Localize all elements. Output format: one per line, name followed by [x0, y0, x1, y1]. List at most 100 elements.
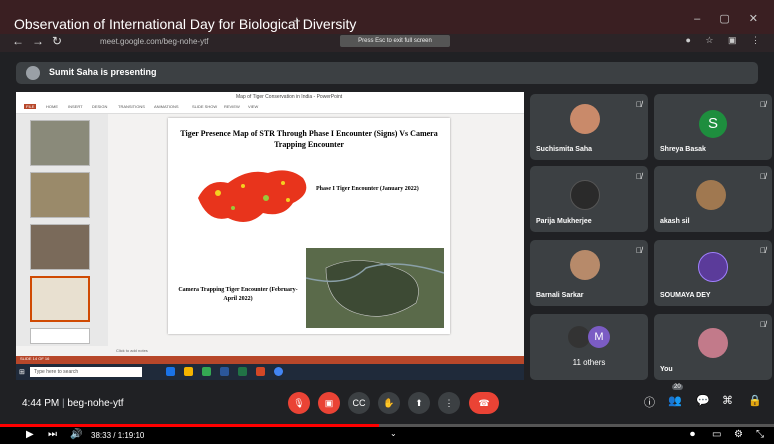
slide-counter: SLIDE 14 OF 16 — [20, 356, 50, 361]
phase1-label: Phase I Tiger Encounter (January 2022) — [316, 186, 419, 192]
powerpoint-ribbon: Map of Tiger Conservation in India - Pow… — [16, 92, 524, 114]
forward-icon[interactable]: → — [32, 34, 44, 48]
pp-tab-design[interactable]: DESIGN — [92, 104, 107, 109]
shared-screen: Map of Tiger Conservation in India - Pow… — [16, 92, 524, 380]
self-name: You — [660, 366, 673, 373]
windows-taskbar: ⊞ Type here to search — [16, 364, 524, 380]
participant-name: Suchismita Saha — [536, 146, 593, 153]
meeting-info: 4:44 PM | beg-nohe-ytf — [22, 398, 124, 409]
word-icon[interactable] — [220, 367, 229, 376]
participant-photo — [568, 326, 590, 348]
meeting-time: 4:44 PM — [22, 398, 60, 409]
people-count-badge: 20 — [672, 384, 683, 390]
mic-off-icon: 🎙̸ — [760, 246, 766, 255]
new-tab-icon[interactable]: + — [293, 13, 301, 28]
pp-tab-file[interactable]: FILE — [24, 104, 37, 109]
reload-icon[interactable]: ↻ — [52, 34, 62, 48]
fullscreen-hint: Press Esc to exit full screen — [340, 35, 450, 47]
slide-thumbnail[interactable] — [30, 172, 90, 218]
taskbar-search[interactable]: Type here to search — [30, 367, 142, 377]
participant-tile[interactable]: 🎙̸ SOUMAYA DEY — [654, 240, 772, 306]
pp-tab-view[interactable]: VIEW — [248, 104, 258, 109]
excel-icon[interactable] — [238, 367, 247, 376]
self-tile[interactable]: 🎙̸ You — [654, 314, 772, 380]
slide-thumbnails — [16, 114, 108, 346]
participant-name: akash sil — [660, 218, 690, 225]
browser-tab-bar: Observation of International Day for Bio… — [0, 0, 774, 34]
volume-icon[interactable]: 🔊 — [70, 429, 82, 440]
settings-icon[interactable]: ⚙ — [734, 429, 743, 440]
back-icon[interactable]: ← — [12, 34, 24, 48]
mic-off-icon: 🎙̸ — [760, 320, 766, 329]
notes-pane[interactable]: Click to add notes — [108, 346, 524, 356]
pp-tab-review[interactable]: REVIEW — [224, 104, 240, 109]
next-icon[interactable]: ⏭ — [48, 429, 57, 440]
mic-off-icon: 🎙̸ — [760, 100, 766, 109]
captions-icon[interactable]: ▭ — [712, 429, 721, 440]
presenting-bar: Sumit Saha is presenting — [16, 62, 758, 84]
leave-call-button[interactable]: ☎ — [469, 392, 499, 414]
camera-trap-label: Camera Trapping Tiger Encounter (Februar… — [178, 287, 298, 302]
folder-icon[interactable] — [184, 367, 193, 376]
mic-off-icon: 🎙̸ — [636, 172, 642, 181]
mic-off-icon: 🎙̸ — [636, 246, 642, 255]
others-count: 11 others — [572, 358, 606, 367]
participant-tile[interactable]: 🎙̸ Barnali Sarkar — [530, 240, 648, 306]
host-controls-icon[interactable]: 🔒 — [748, 394, 762, 407]
camera-trap-map — [305, 248, 445, 328]
captions-button[interactable]: CC — [348, 392, 370, 414]
participant-name: Barnali Sarkar — [536, 292, 584, 299]
slide-thumbnail[interactable] — [30, 224, 90, 270]
participant-tile[interactable]: 🎙̸ Parija Mukherjee — [530, 166, 648, 232]
pp-tab-home[interactable]: HOME — [46, 104, 58, 109]
activities-icon[interactable]: ⌘ — [722, 394, 733, 407]
screen-root: Observation of International Day for Bio… — [0, 0, 774, 444]
pp-tab-animations[interactable]: ANIMATIONS — [154, 104, 179, 109]
mic-off-icon: 🎙̸ — [636, 100, 642, 109]
mic-toggle-button[interactable]: 🎙 — [288, 392, 310, 414]
pp-tab-slideshow[interactable]: SLIDE SHOW — [192, 104, 217, 109]
info-icon[interactable]: ⓘ — [644, 394, 655, 410]
participant-photo — [570, 180, 600, 210]
participant-avatar: M — [588, 326, 610, 348]
camera-toggle-button[interactable]: ▣ — [318, 392, 340, 414]
chrome-icon[interactable] — [274, 367, 283, 376]
present-button[interactable]: ⬆ — [408, 392, 430, 414]
participant-photo — [696, 180, 726, 210]
app-icon[interactable] — [202, 367, 211, 376]
windows-start-icon[interactable]: ⊞ — [19, 368, 25, 376]
slide-title: Tiger Presence Map of STR Through Phase … — [180, 129, 438, 149]
participant-photo — [698, 252, 728, 282]
people-button[interactable]: 👥 20 — [668, 384, 683, 407]
pp-tab-transitions[interactable]: TRANSITIONS — [118, 104, 145, 109]
more-options-button[interactable]: ⋮ — [438, 392, 460, 414]
pp-tab-insert[interactable]: INSERT — [68, 104, 83, 109]
video-time: 38:33 / 1:19:10 — [91, 431, 145, 440]
mic-off-icon: 🎙̸ — [760, 172, 766, 181]
play-icon[interactable]: ▶ — [26, 429, 34, 440]
powerpoint-icon[interactable] — [256, 367, 265, 376]
slide-thumbnail[interactable] — [30, 328, 90, 344]
extension-icons[interactable]: ● ☆ ▣ ⋮ — [685, 35, 766, 46]
tiger-presence-map — [198, 170, 307, 222]
powerpoint-status-bar: SLIDE 14 OF 16 — [16, 356, 524, 364]
chevron-down-icon[interactable]: ⌄ — [390, 429, 397, 438]
fullscreen-exit-icon[interactable]: ⤡ — [756, 429, 764, 440]
video-title: Observation of International Day for Bio… — [14, 16, 357, 32]
self-photo — [698, 328, 728, 358]
app-icon[interactable] — [166, 367, 175, 376]
window-controls[interactable]: – ▢ ✕ — [694, 12, 766, 25]
raise-hand-button[interactable]: ✋ — [378, 392, 400, 414]
participant-tile[interactable]: 🎙̸ Suchismita Saha — [530, 94, 648, 160]
chat-icon[interactable]: 💬 — [696, 394, 710, 407]
slide-thumbnail[interactable] — [30, 120, 90, 166]
participant-avatar: S — [699, 110, 727, 138]
meeting-code: beg-nohe-ytf — [67, 398, 124, 409]
participant-tile[interactable]: 🎙̸ akash sil — [654, 166, 772, 232]
participant-tile[interactable]: S 🎙̸ Shreya Basak — [654, 94, 772, 160]
slide-canvas: Tiger Presence Map of STR Through Phase … — [168, 118, 450, 334]
url-text[interactable]: meet.google.com/beg-nohe-ytf — [100, 37, 209, 46]
others-tile[interactable]: M 11 others — [530, 314, 648, 380]
slide-thumbnail-selected[interactable] — [30, 276, 90, 322]
autoplay-toggle[interactable]: ⏺ — [690, 429, 695, 440]
